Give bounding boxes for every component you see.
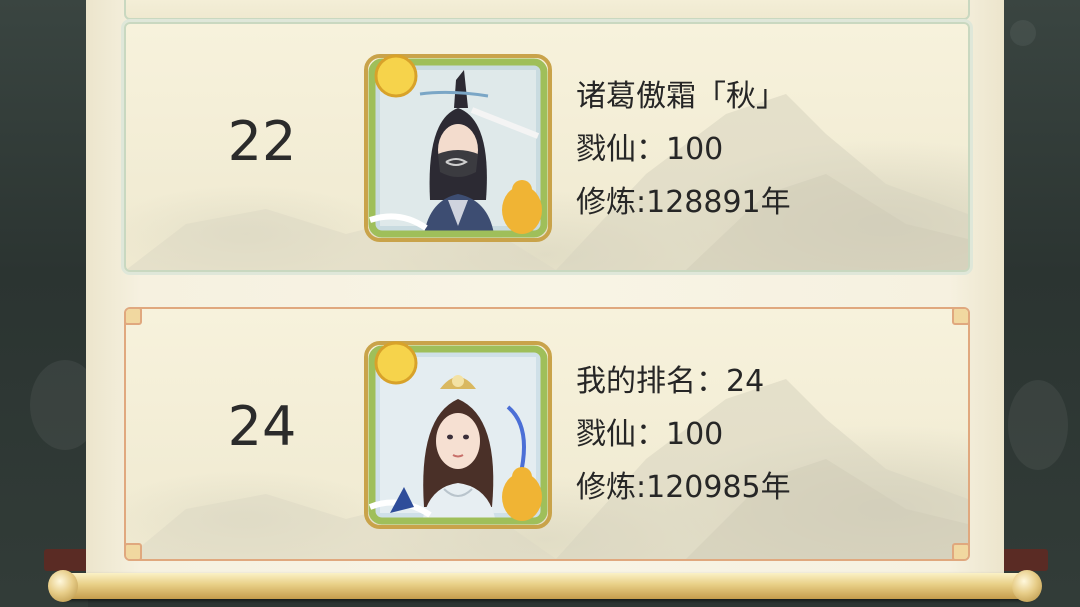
corner-ornament	[952, 309, 968, 325]
scroll-rod-cap-left	[48, 570, 78, 602]
avatar-frame-icon	[364, 341, 552, 529]
kill-stat: 戮仙：100	[576, 132, 724, 167]
scroll-rod	[52, 573, 1038, 599]
my-rank-number: 24	[227, 395, 297, 458]
scroll-paper[interactable]: 22 诸葛傲霜「秋」 戮仙：100 修炼:128891年 24 我的排名：24 …	[86, 0, 1004, 586]
cultivation-stat: 修炼:120985年	[576, 470, 791, 505]
my-rank-row[interactable]: 24 我的排名：24 戮仙：100 修炼:120985年	[124, 307, 970, 561]
background-left	[0, 0, 100, 607]
player-info: 诸葛傲霜「秋」 戮仙：100 修炼:128891年	[576, 70, 791, 229]
kill-stat: 戮仙：100	[576, 417, 724, 452]
corner-ornament	[126, 309, 142, 325]
my-avatar[interactable]	[360, 337, 556, 533]
corner-ornament	[952, 543, 968, 559]
avatar-frame-icon	[364, 54, 552, 242]
scroll-rod-cap-right	[1012, 570, 1042, 602]
rank-number: 22	[227, 110, 297, 173]
my-info: 我的排名：24 戮仙：100 修炼:120985年	[576, 355, 791, 514]
my-rank-label: 我的排名：24	[576, 364, 765, 399]
leaderboard-screen: 22 诸葛傲霜「秋」 戮仙：100 修炼:128891年 24 我的排名：24 …	[0, 0, 1080, 607]
cultivation-stat: 修炼:128891年	[576, 185, 791, 220]
leaderboard-row[interactable]: 22 诸葛傲霜「秋」 戮仙：100 修炼:128891年	[124, 22, 970, 272]
background-right	[1000, 0, 1080, 607]
leaderboard-row-partial[interactable]	[124, 0, 970, 20]
corner-ornament	[126, 543, 142, 559]
player-avatar[interactable]	[360, 50, 556, 246]
player-name: 诸葛傲霜「秋」	[576, 79, 786, 114]
